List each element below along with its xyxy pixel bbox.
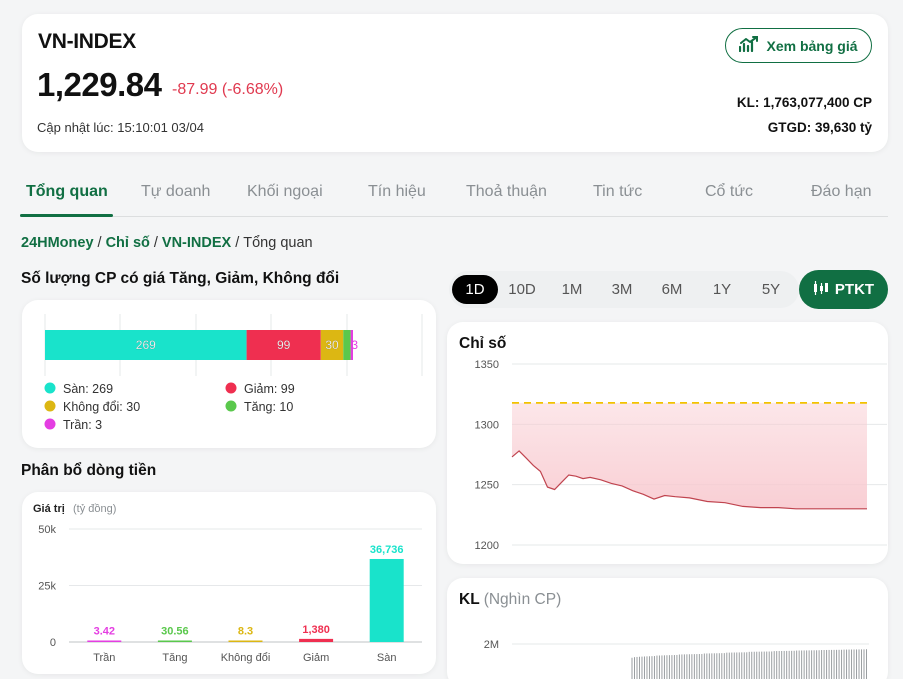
volume-chart-card: KL (Nghìn CP) 2M	[447, 578, 888, 679]
tab-tin-tuc[interactable]: Tin tức	[593, 183, 642, 201]
xem-bang-gia-button[interactable]: Xem bảng giá	[725, 28, 872, 63]
flow-value-label-3: 1,380	[302, 624, 330, 636]
money-flow-chart: Giá trị (tỷ đồng) 0 25k 50k 3.42 Trần 30.56 Tă…	[33, 503, 422, 664]
tab-thoa-thuan[interactable]: Thoả thuận	[466, 183, 547, 201]
flow-y-tick: 25k	[38, 581, 56, 593]
bar-segment-4	[350, 330, 353, 360]
index-name: VN-INDEX	[38, 30, 136, 53]
stock-count-title: Số lượng CP có giá Tăng, Giảm, Không đổi	[21, 270, 340, 287]
bar-segment-3	[343, 330, 351, 360]
tab-tong-quan[interactable]: Tổng quan	[26, 183, 108, 201]
index-chart: 1200 1250 1300 1350	[475, 359, 887, 552]
index-y-tick: 1200	[475, 540, 499, 552]
tab-khoi-ngoai[interactable]: Khối ngoại	[247, 183, 323, 201]
index-y-tick: 1250	[475, 480, 499, 492]
legend-label-3: Tăng: 10	[244, 400, 293, 414]
flow-category-label-2: Không đổi	[221, 652, 271, 664]
legend-label-4: Trần: 3	[63, 418, 102, 432]
time-range-selector: 1D 10D 1M 3M 6M 1Y 5Y	[449, 271, 799, 308]
index-value: 1,229.84	[37, 66, 162, 103]
index-area	[512, 402, 867, 509]
flow-axis-unit: (tỷ đồng)	[73, 503, 116, 515]
breadcrumb-chi-so[interactable]: Chỉ số	[106, 235, 150, 251]
legend-dot-4	[44, 418, 56, 430]
candlestick-icon	[813, 280, 829, 299]
legend-dot-2	[44, 400, 56, 412]
flow-value-label-1: 30.56	[161, 626, 189, 638]
legend-dot-0	[44, 382, 56, 394]
money-flow-card: Giá trị (tỷ đồng) 0 25k 50k 3.42 Trần 30.56 Tă…	[22, 492, 436, 674]
ptkt-label: PTKT	[834, 281, 875, 298]
xem-bang-gia-label: Xem bảng giá	[766, 37, 858, 54]
index-change: -87.99 (-6.68%)	[172, 81, 284, 98]
ptkt-button[interactable]: PTKT	[799, 270, 888, 309]
volume-chart: 2M	[484, 639, 869, 679]
bar-label-1: 99	[277, 338, 291, 352]
tab-co-tuc[interactable]: Cổ tức	[705, 183, 753, 201]
tab-dao-han[interactable]: Đáo hạn	[811, 183, 872, 201]
flow-category-label-1: Tăng	[162, 652, 187, 664]
tab-tin-hieu[interactable]: Tín hiệu	[368, 183, 426, 201]
breadcrumb-home[interactable]: 24HMoney	[21, 235, 94, 251]
flow-value-label-4: 36,736	[370, 544, 404, 556]
index-chart-card: Chỉ số 1200 1250 1300 1350	[447, 322, 888, 564]
flow-category-label-4: Sàn	[377, 652, 397, 664]
range-1y[interactable]: 1Y	[699, 275, 745, 304]
flow-bar-1	[157, 640, 192, 642]
flow-axis-title: Giá trị	[33, 503, 65, 515]
legend-dot-1	[225, 382, 237, 394]
breadcrumb: 24HMoney / Chỉ số / VN-INDEX / Tổng quan	[21, 235, 313, 251]
active-tab-indicator	[20, 214, 113, 217]
flow-bar-0	[87, 640, 122, 642]
flow-category-label-0: Trần	[93, 652, 115, 664]
chart-trend-icon	[739, 36, 759, 55]
flow-value-label-2: 8.3	[238, 626, 253, 638]
range-1d[interactable]: 1D	[452, 275, 498, 304]
legend-label-2: Không đổi: 30	[63, 400, 140, 414]
breadcrumb-vn-index[interactable]: VN-INDEX	[162, 235, 231, 251]
bar-label-2: 30	[325, 338, 339, 352]
legend-dot-3	[225, 400, 237, 412]
gtgd-total: GTGD: 39,630 tỷ	[767, 120, 872, 135]
flow-value-label-0: 3.42	[94, 626, 115, 638]
flow-y-tick: 0	[50, 637, 56, 649]
range-10d[interactable]: 10D	[499, 275, 545, 304]
flow-bar-3	[299, 638, 334, 642]
legend-label-0: Sàn: 269	[63, 382, 113, 396]
bar-label-0: 269	[136, 338, 156, 352]
flow-bar-2	[228, 640, 263, 642]
flow-y-tick: 50k	[38, 524, 56, 536]
range-6m[interactable]: 6M	[649, 275, 695, 304]
money-flow-title: Phân bổ dòng tiền	[21, 462, 157, 479]
tab-tu-doanh[interactable]: Tự doanh	[141, 183, 210, 201]
stock-count-chart: 269 99 30 3Sàn: 269 Giảm: 99Không đổi: 30 Tăn…	[44, 314, 423, 432]
volume-y-tick: 2M	[484, 639, 499, 651]
legend-label-1: Giảm: 99	[244, 382, 295, 396]
range-1m[interactable]: 1M	[549, 275, 595, 304]
range-3m[interactable]: 3M	[599, 275, 645, 304]
breadcrumb-current: Tổng quan	[243, 235, 313, 251]
updated-time: Cập nhật lúc: 15:10:01 03/04	[37, 120, 204, 135]
flow-category-label-3: Giảm	[303, 652, 329, 664]
index-y-tick: 1350	[475, 359, 499, 371]
index-header-card: VN-INDEX 1,229.84 -87.99 (-6.68%) Cập nh…	[22, 14, 888, 152]
stock-count-card: 269 99 30 3 Sàn: 269 Giảm: 99 Không đổi: 30 Tăn…	[22, 300, 436, 448]
tab-bar: Tổng quan Tự doanh Khối ngoại Tín hiệu T…	[20, 170, 888, 217]
index-y-tick: 1300	[475, 419, 499, 431]
range-5y[interactable]: 5Y	[748, 275, 794, 304]
flow-bar-4	[369, 558, 404, 642]
kl-total: KL: 1,763,077,400 CP	[736, 95, 872, 110]
